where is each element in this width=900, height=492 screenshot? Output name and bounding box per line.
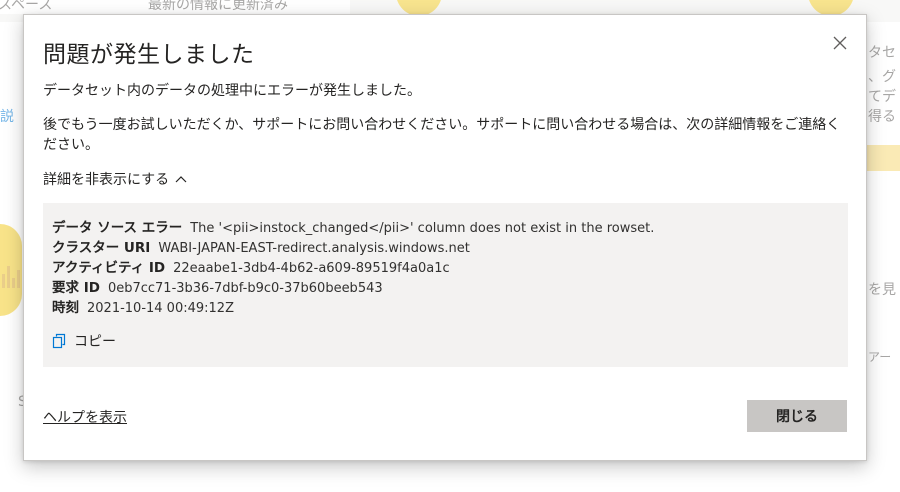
detail-row-request-id: 要求 ID 0eb7cc71-3b36-7dbf-b9c0-37b60beeb5…	[52, 276, 839, 296]
detail-label: 要求 ID	[52, 280, 100, 296]
copy-icon	[52, 333, 66, 349]
detail-value: The '<pii>instock_changed</pii>' column …	[190, 221, 655, 236]
toggle-details-button[interactable]: 詳細を非表示にする	[43, 169, 187, 189]
detail-value: 2021-10-14 00:49:12Z	[87, 301, 234, 316]
toggle-details-label: 詳細を非表示にする	[43, 172, 170, 188]
chevron-up-icon	[175, 175, 187, 183]
detail-label: 時刻	[52, 300, 79, 316]
copy-button[interactable]: コピー	[52, 331, 116, 351]
detail-row-time: 時刻 2021-10-14 00:49:12Z	[52, 296, 839, 316]
detail-row-activity-id: アクティビティ ID 22eaabe1-3db4-4b62-a609-89519…	[52, 256, 839, 276]
copy-label: コピー	[74, 334, 116, 350]
detail-value: WABI-JAPAN-EAST-redirect.analysis.window…	[158, 241, 470, 256]
close-icon[interactable]	[832, 35, 848, 51]
close-button[interactable]: 閉じる	[747, 400, 847, 432]
help-link[interactable]: ヘルプを表示	[43, 407, 127, 427]
detail-value: 22eaabe1-3db4-4b62-a609-89519f4a0a1c	[173, 261, 450, 276]
error-instruction: 後でもう一度お試しいただくか、サポートにお問い合わせください。サポートに問い合わ…	[43, 117, 841, 153]
dialog-title: 問題が発生しました	[43, 42, 255, 68]
error-dialog: 問題が発生しました データセット内のデータの処理中にエラーが発生しました。 後で…	[23, 14, 867, 461]
detail-label: アクティビティ ID	[52, 260, 166, 276]
detail-row-cluster-uri: クラスター URI WABI-JAPAN-EAST-redirect.analy…	[52, 236, 839, 256]
detail-label: クラスター URI	[52, 240, 151, 256]
detail-label: データ ソース エラー	[52, 220, 183, 236]
detail-row-data-source-error: データ ソース エラー The '<pii>instock_changed</p…	[52, 216, 839, 236]
error-details-panel: データ ソース エラー The '<pii>instock_changed</p…	[43, 203, 848, 367]
error-message: データセット内のデータの処理中にエラーが発生しました。	[43, 83, 421, 99]
detail-value: 0eb7cc71-3b36-7dbf-b9c0-37b60beeb543	[107, 281, 383, 296]
